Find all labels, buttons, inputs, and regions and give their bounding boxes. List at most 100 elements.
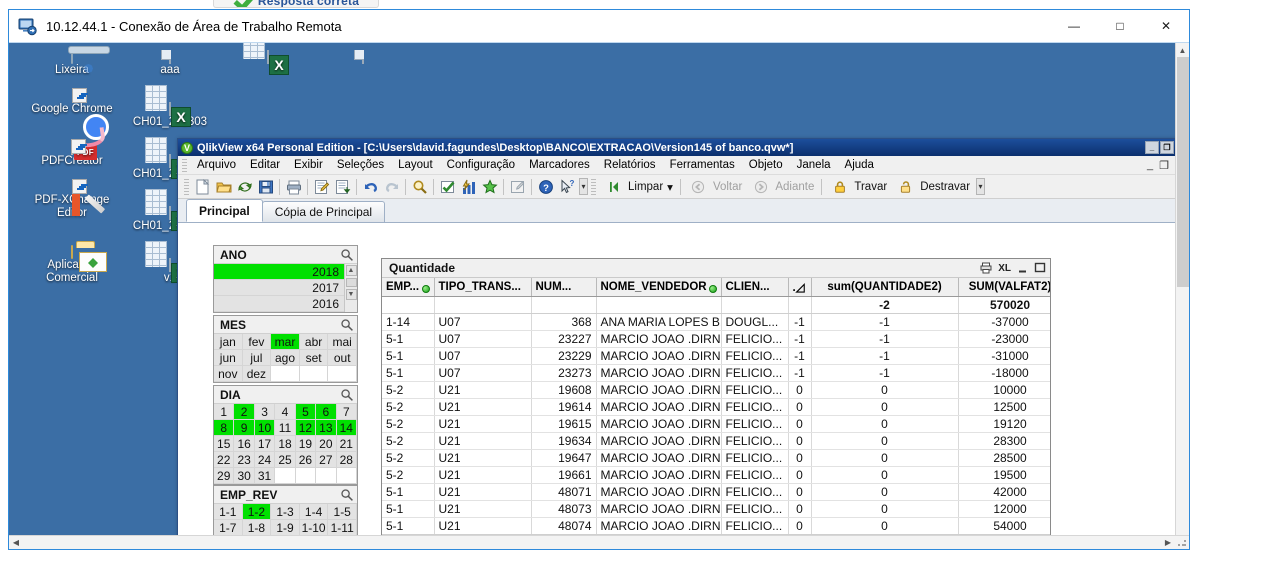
table-row[interactable]: 5-1 U07 23227 MARCIO JOAO .DIRN FELICIO... -1… [382, 330, 1050, 348]
listbox-emp-rev-item[interactable]: 1-3 [271, 504, 300, 520]
back-button[interactable]: Voltar [684, 176, 746, 198]
cell-nome-vendedor[interactable]: MARCIO JOAO .DIRN [596, 347, 722, 365]
cell-sum-valfat2[interactable]: -18000 [958, 364, 1050, 382]
cell-flag[interactable]: 0 [788, 517, 812, 534]
desktop-icon-pdf-xchange-editor[interactable]: PDF-XChange Editor [23, 179, 121, 220]
listbox-mes-item[interactable]: jan [214, 334, 243, 350]
table-row[interactable]: 5-2 U21 19661 MARCIO JOAO .DIRN FELICIO... 0 0… [382, 466, 1050, 484]
cell-sum-quantidade2[interactable]: 0 [811, 483, 959, 501]
cell-num[interactable]: 23229 [531, 347, 597, 365]
cell-flag[interactable]: 0 [788, 415, 812, 433]
cell-num[interactable]: 368 [531, 313, 597, 331]
cell-num[interactable]: 48074 [531, 517, 597, 534]
desktop-icon-google-chrome[interactable]: Google Chrome [23, 88, 121, 116]
cell-nome-vendedor[interactable]: ANA MARIA LOPES B... [596, 313, 722, 331]
cell-tipo-trans[interactable]: U21 [434, 500, 532, 518]
cell-tipo-trans[interactable]: U07 [434, 364, 532, 382]
cell-sum-valfat2[interactable]: 19500 [958, 466, 1050, 484]
rdp-titlebar[interactable]: 10.12.44.1 - Conexão de Área de Trabalho… [9, 10, 1189, 42]
listbox-ano-item[interactable]: 2016 [214, 296, 344, 312]
cell-sum-quantidade2[interactable]: 0 [811, 381, 959, 399]
scroll-thumb[interactable] [1176, 57, 1189, 287]
listbox-dia-item[interactable]: 14 [336, 420, 357, 436]
desktop-icon-pdfcreator[interactable]: PDF PDFCreator [23, 126, 121, 168]
listbox-dia-item[interactable]: 25 [275, 452, 296, 468]
reload-icon[interactable] [234, 177, 255, 197]
col-header-sort-indicator[interactable]: .◿ [788, 278, 812, 297]
listbox-dia-item[interactable]: 31 [254, 468, 276, 484]
menu-editar[interactable]: Editar [243, 157, 287, 173]
rdp-vertical-scrollbar[interactable]: ▲ ▼ [1175, 43, 1189, 549]
cell-num[interactable]: 19647 [531, 449, 597, 467]
menu-marcadores[interactable]: Marcadores [522, 157, 597, 173]
listbox-emp-rev-item[interactable]: 1-8 [242, 520, 272, 536]
cell-emp[interactable]: 5-1 [382, 517, 435, 534]
actions-toolbar-grip-icon[interactable] [591, 178, 596, 195]
print-icon[interactable] [283, 177, 304, 197]
cell-nome-vendedor[interactable]: MARCIO JOAO .DIRN [596, 483, 722, 501]
toolbar-overflow-button[interactable]: ▾ [579, 178, 588, 195]
menu-janela[interactable]: Janela [790, 157, 838, 173]
cell-tipo-trans[interactable]: U21 [434, 398, 532, 416]
cell-clien[interactable]: FELICIO... [721, 517, 789, 534]
listbox-dia[interactable]: DIA 1 2 3 4 5 6 7 8 9 10 11 12 13 14 15 … [213, 385, 358, 485]
cell-nome-vendedor[interactable]: MARCIO JOAO .DIRN [596, 449, 722, 467]
clear-selections-button[interactable]: Limpar ▾ [599, 176, 677, 198]
cell-emp[interactable]: 5-2 [382, 432, 435, 450]
menu-objeto[interactable]: Objeto [742, 157, 790, 173]
add-bookmark-icon[interactable] [479, 177, 500, 197]
new-document-icon[interactable] [192, 177, 213, 197]
listbox-mes-item[interactable]: ago [271, 350, 300, 366]
cell-emp[interactable]: 5-2 [382, 398, 435, 416]
table-row[interactable]: 5-1 U21 48074 MARCIO JOAO .DIRN FELICIO... 0 0… [382, 517, 1050, 534]
rdp-minimize-button[interactable]: — [1051, 10, 1097, 42]
cell-nome-vendedor[interactable]: MARCIO JOAO .DIRN [596, 330, 722, 348]
listbox-emp-rev-item[interactable]: 1-10 [299, 520, 329, 536]
qlikview-menubar[interactable]: Arquivo Editar Exibir Seleções Layout Co… [178, 156, 1176, 175]
cell-sum-quantidade2[interactable]: 0 [811, 449, 959, 467]
table-caption[interactable]: Quantidade XL [382, 259, 1050, 277]
cell-clien[interactable]: FELICIO... [721, 415, 789, 433]
cell-sum-valfat2[interactable]: 28500 [958, 449, 1050, 467]
listbox-ano-scrollbar[interactable]: ▲ ▼ [344, 264, 357, 312]
qlikview-titlebar[interactable]: V QlikView x64 Personal Edition - [C:\Us… [178, 139, 1176, 156]
table-row[interactable]: 5-2 U21 19634 MARCIO JOAO .DIRN FELICIO... 0 0… [382, 432, 1050, 450]
menu-arquivo[interactable]: Arquivo [190, 157, 243, 173]
straight-table-quantidade[interactable]: Quantidade XL EMP... TIPO_TRANS... NUM..… [381, 258, 1051, 548]
cell-num[interactable]: 23227 [531, 330, 597, 348]
table-row[interactable]: 5-1 U21 48073 MARCIO JOAO .DIRN FELICIO... 0 0… [382, 500, 1050, 518]
col-header-clien[interactable]: CLIEN... [721, 278, 789, 297]
cell-num[interactable]: 48071 [531, 483, 597, 501]
cell-sum-valfat2[interactable]: -31000 [958, 347, 1050, 365]
scroll-left-icon[interactable]: ◀ [9, 536, 23, 550]
desktop-icon-aaa[interactable]: aaa [121, 47, 219, 77]
cell-emp[interactable]: 5-1 [382, 364, 435, 382]
cell-tipo-trans[interactable]: U21 [434, 466, 532, 484]
cell-flag[interactable]: 0 [788, 381, 812, 399]
cell-num[interactable]: 19615 [531, 415, 597, 433]
cell-clien[interactable]: FELICIO... [721, 449, 789, 467]
col-header-num[interactable]: NUM... [531, 278, 597, 297]
clear-dropdown-icon[interactable]: ▾ [667, 180, 673, 194]
menu-ajuda[interactable]: Ajuda [838, 157, 881, 173]
tab-copia-de-principal[interactable]: Cópia de Principal [261, 201, 386, 222]
cell-nome-vendedor[interactable]: MARCIO JOAO .DIRN [596, 500, 722, 518]
rdp-horizontal-scrollbar[interactable]: ◀ ▶ [9, 535, 1189, 549]
forward-button[interactable]: Adiante [746, 176, 818, 198]
listbox-dia-item[interactable]: 19 [295, 436, 317, 452]
table-row[interactable]: 5-2 U21 19615 MARCIO JOAO .DIRN FELICIO... 0 0… [382, 415, 1050, 433]
table-scroll-area[interactable]: EMP... TIPO_TRANS... NUM... NOME_VENDEDO… [382, 277, 1050, 534]
quick-chart-icon[interactable] [458, 177, 479, 197]
listbox-emp-rev-item[interactable]: 1-7 [214, 520, 243, 536]
cell-clien[interactable]: FELICIO... [721, 347, 789, 365]
listbox-mes-item[interactable]: abr [299, 334, 329, 350]
listbox-dia-item[interactable]: 6 [316, 404, 337, 420]
cell-tipo-trans[interactable]: U21 [434, 449, 532, 467]
cell-clien[interactable]: FELICIO... [721, 381, 789, 399]
desktop-icon-lixeira[interactable]: Lixeira [23, 47, 121, 77]
listbox-ano-item[interactable]: 2017 [214, 280, 344, 296]
cell-sum-quantidade2[interactable]: 0 [811, 500, 959, 518]
cell-clien[interactable]: DOUGL... [721, 313, 789, 331]
resize-grip-icon[interactable] [1177, 537, 1188, 548]
magnifier-icon[interactable] [340, 318, 354, 332]
